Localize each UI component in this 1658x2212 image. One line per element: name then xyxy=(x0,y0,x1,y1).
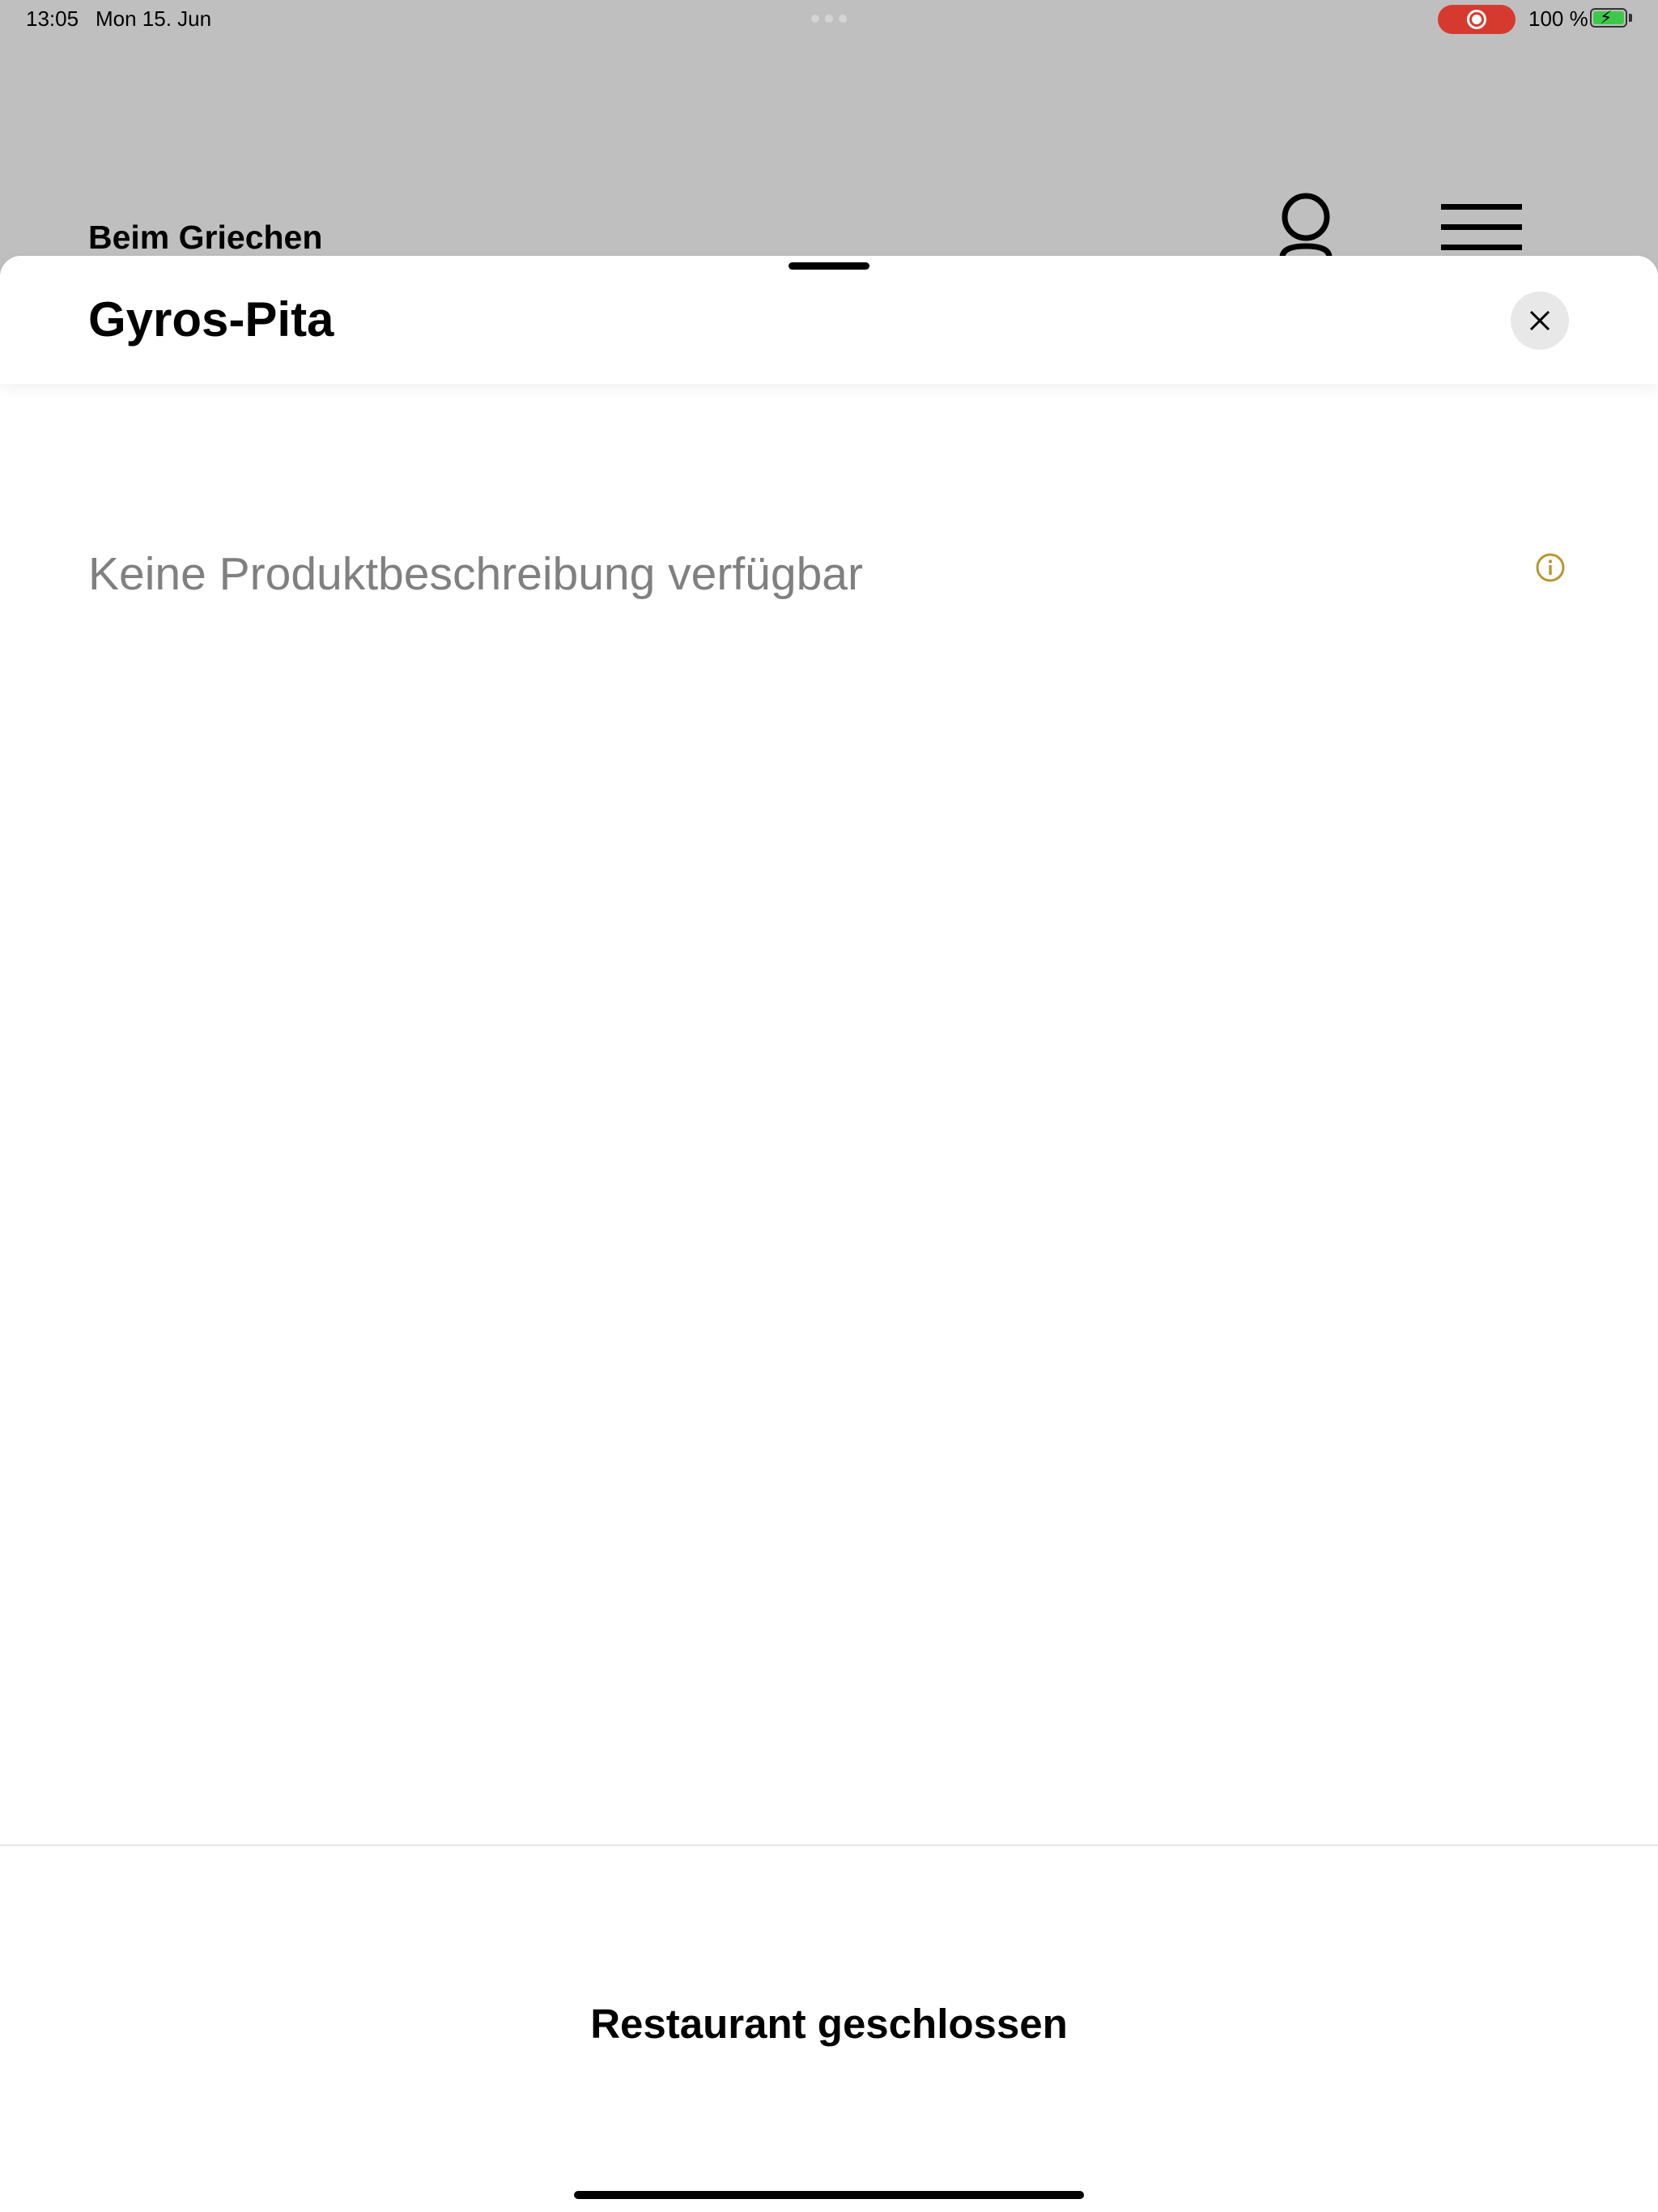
product-title: Gyros-Pita xyxy=(88,292,334,347)
info-icon[interactable] xyxy=(1535,552,1566,583)
close-icon xyxy=(1529,310,1550,331)
status-time: 13:05 xyxy=(26,6,79,31)
status-bar: 13:05 Mon 15. Jun 100 % ⚡ xyxy=(0,0,1658,39)
charging-bolt-icon: ⚡ xyxy=(1600,7,1613,28)
user-icon[interactable] xyxy=(1278,193,1334,258)
battery-tip xyxy=(1629,14,1632,22)
hamburger-menu-icon[interactable] xyxy=(1441,204,1522,257)
sheet-header: Gyros-Pita xyxy=(0,256,1658,384)
home-indicator[interactable] xyxy=(574,2191,1084,2199)
multitasking-dots-icon[interactable] xyxy=(811,15,847,23)
footer-divider xyxy=(0,1844,1658,1846)
close-button[interactable] xyxy=(1511,291,1569,350)
screen: 13:05 Mon 15. Jun 100 % ⚡ Beim Griechen … xyxy=(0,0,1658,2212)
product-sheet: Gyros-Pita Keine Produktbeschreibung ver… xyxy=(0,256,1658,2212)
restaurant-name: Beim Griechen xyxy=(88,219,323,256)
screen-recording-icon[interactable] xyxy=(1438,5,1516,34)
status-date: Mon 15. Jun xyxy=(96,6,212,31)
battery-percentage: 100 % xyxy=(1528,6,1588,31)
product-description: Keine Produktbeschreibung verfügbar xyxy=(88,548,863,600)
battery-icon: ⚡ xyxy=(1590,8,1627,28)
sheet-grabber[interactable] xyxy=(789,262,869,270)
restaurant-closed-label: Restaurant geschlossen xyxy=(590,2001,1068,2047)
